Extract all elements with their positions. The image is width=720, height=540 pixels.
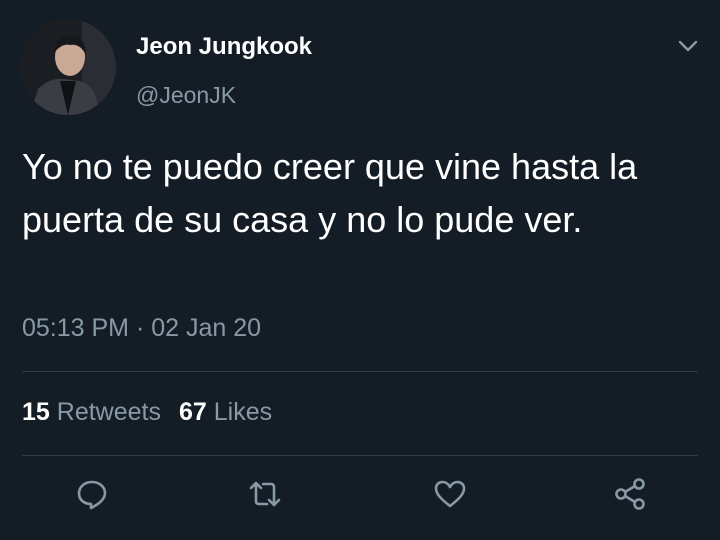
avatar-image: [20, 19, 116, 115]
retweet-button[interactable]: [245, 474, 285, 514]
tweet-text: Yo no te puedo creer que vine hasta la p…: [22, 146, 638, 240]
tweet-timestamp[interactable]: 05:13 PM · 02 Jan 20: [22, 314, 261, 343]
share-button[interactable]: [610, 474, 650, 514]
likes-count: 67: [178, 398, 207, 426]
reply-button[interactable]: [72, 474, 112, 514]
like-button[interactable]: [430, 474, 470, 514]
divider: [22, 371, 698, 372]
user-name[interactable]: Jeon Jungkook: [136, 33, 312, 61]
retweets-count: 15: [22, 398, 50, 426]
reply-icon: [77, 480, 107, 510]
retweets-label: Retweets: [56, 398, 161, 426]
likes-stat[interactable]: 67 Likes: [179, 398, 272, 426]
user-handle[interactable]: @JeonJK: [136, 82, 236, 109]
retweet-icon: [249, 481, 281, 507]
like-icon: [434, 480, 466, 508]
retweets-stat[interactable]: 15 Retweets: [22, 398, 161, 426]
share-icon: [615, 478, 645, 510]
divider: [22, 455, 698, 456]
likes-label: Likes: [213, 398, 273, 426]
avatar[interactable]: [20, 19, 116, 115]
tweet-stats: 15 Retweets 67 Likes: [22, 398, 272, 427]
chevron-down-icon[interactable]: [676, 36, 700, 56]
